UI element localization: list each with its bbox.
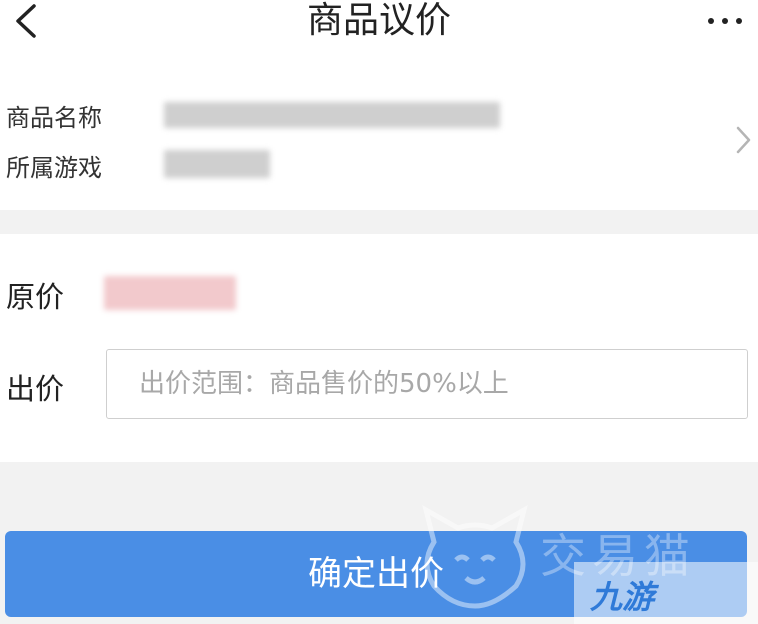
original-price-label: 原价 xyxy=(6,280,65,314)
game-label: 所属游戏 xyxy=(6,154,102,182)
price-section: 原价 出价 xyxy=(0,234,758,462)
offer-price-input[interactable] xyxy=(106,349,748,419)
cat-logo-icon xyxy=(422,504,528,609)
more-button[interactable] xyxy=(702,4,752,40)
watermark-badge-text: 九游 xyxy=(590,578,655,616)
product-info-card[interactable]: 商品名称 所属游戏 xyxy=(0,60,758,210)
page-title: 商品议价 xyxy=(306,0,451,41)
offer-label: 出价 xyxy=(6,372,65,406)
more-dots-icon xyxy=(708,18,742,24)
product-name-label: 商品名称 xyxy=(6,104,102,132)
section-divider xyxy=(0,210,758,234)
chevron-right-icon xyxy=(736,126,751,154)
nav-bar: 商品议价 xyxy=(0,0,758,60)
watermark-badge: 九游 xyxy=(574,562,758,624)
